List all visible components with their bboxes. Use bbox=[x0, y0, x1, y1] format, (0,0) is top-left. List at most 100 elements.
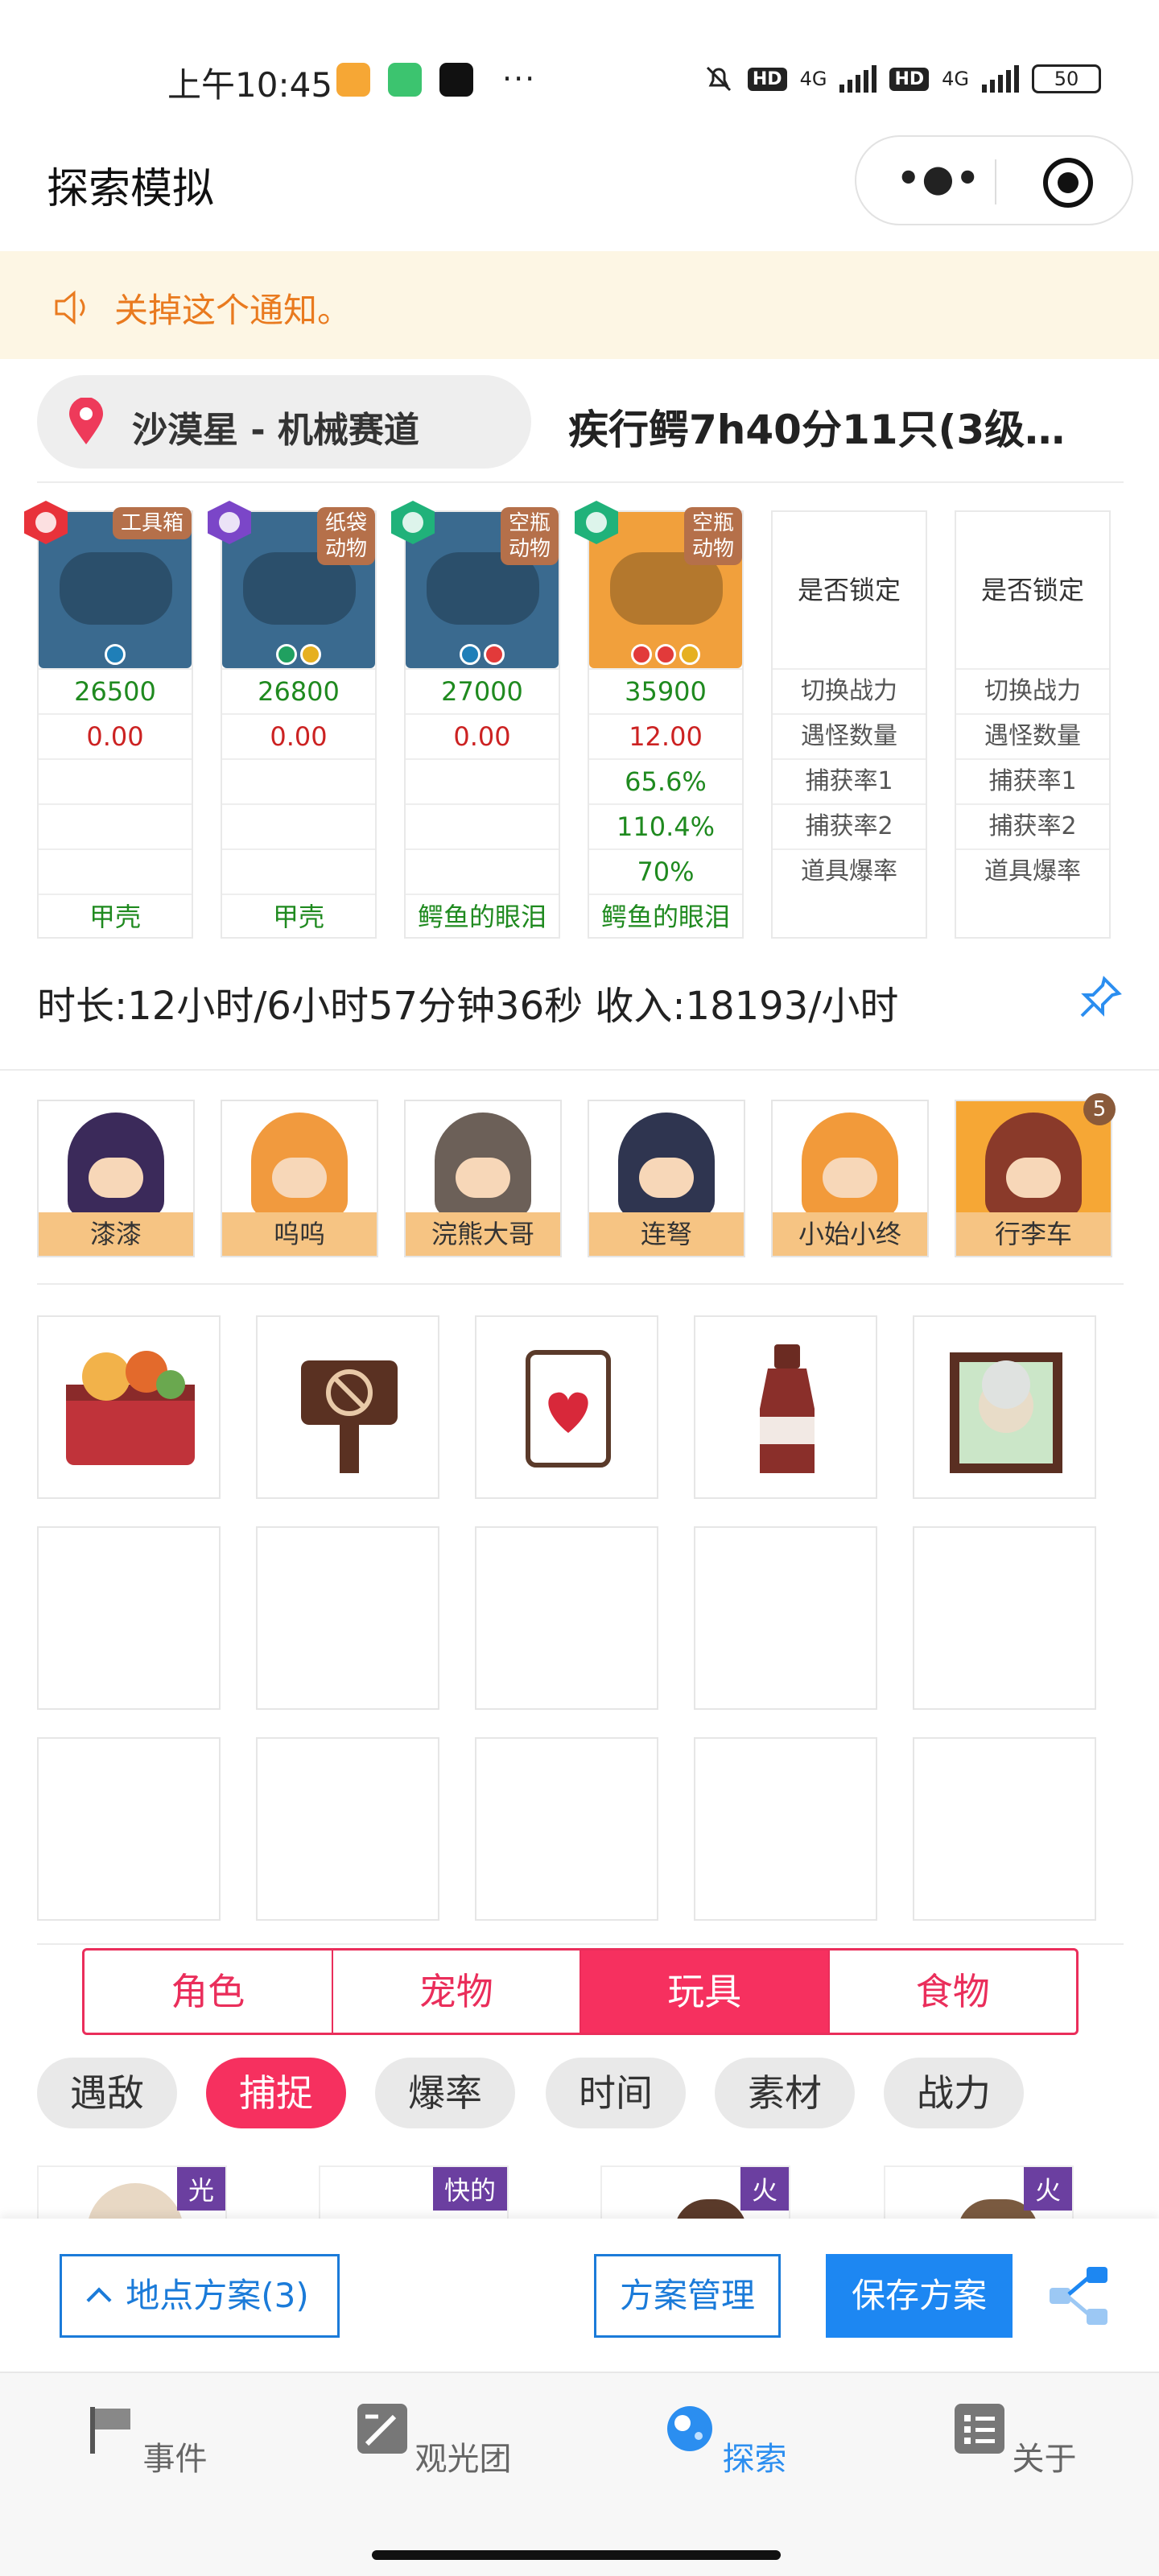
luggage-count-badge: 5 bbox=[1083, 1093, 1116, 1125]
character-card[interactable]: 小始小终 bbox=[771, 1100, 929, 1257]
empty-toy-slot[interactable] bbox=[475, 1737, 658, 1921]
encounter-value: 0.00 bbox=[222, 713, 375, 758]
toy-card[interactable]: 火 bbox=[600, 2165, 790, 2231]
notice-bar[interactable]: 关掉这个通知。 bbox=[0, 251, 1159, 359]
toy-slot[interactable] bbox=[37, 1315, 221, 1499]
no-sign-board-icon bbox=[301, 1360, 398, 1473]
close-target-icon[interactable] bbox=[1043, 158, 1093, 208]
empty-toy-slot[interactable] bbox=[37, 1737, 221, 1921]
power-value: 35900 bbox=[589, 668, 742, 713]
character-name: 行李车 bbox=[956, 1212, 1111, 1256]
capture-rate-2: 110.4% bbox=[589, 803, 742, 848]
more-notifications-icon: ··· bbox=[502, 61, 537, 97]
row-label: 切换战力 bbox=[773, 668, 926, 713]
more-menu-icon[interactable]: •●• bbox=[897, 156, 981, 200]
power-value: 27000 bbox=[406, 668, 559, 713]
row-label: 遇怪数量 bbox=[773, 713, 926, 758]
lock-toggle[interactable]: 是否锁定 bbox=[956, 512, 1109, 668]
tab-food[interactable]: 食物 bbox=[830, 1951, 1077, 2033]
drop-item: 甲壳 bbox=[39, 894, 192, 939]
empty-toy-slot[interactable] bbox=[694, 1737, 877, 1921]
empty-toy-slot[interactable] bbox=[256, 1526, 439, 1710]
drop-item: 甲壳 bbox=[222, 894, 375, 939]
filter-drop-rate[interactable]: 爆率 bbox=[375, 2058, 515, 2128]
tab-toy[interactable]: 玩具 bbox=[581, 1951, 830, 2033]
team-member-column[interactable]: 空瓶 动物 27000 0.00 鳄鱼的眼泪 bbox=[404, 507, 560, 939]
share-icon[interactable] bbox=[1046, 2264, 1112, 2328]
status-bar: 上午10:45 ··· HD 4G HD 4G 50 bbox=[0, 0, 1159, 153]
lock-column: 是否锁定 切换战力 遇怪数量 捕获率1 捕获率2 道具爆率 bbox=[771, 510, 927, 939]
capture-rate-1: 65.6% bbox=[589, 758, 742, 803]
empty-toy-slot[interactable] bbox=[913, 1526, 1096, 1710]
pin-icon[interactable] bbox=[1075, 974, 1124, 1022]
drop-rate bbox=[222, 848, 375, 894]
tab-tour-label: 观光团 bbox=[415, 2441, 512, 2478]
toy-card[interactable]: 火 bbox=[884, 2165, 1074, 2231]
character-portrait bbox=[406, 1101, 560, 1217]
empty-toy-slot[interactable] bbox=[37, 1526, 221, 1710]
toy-slot[interactable] bbox=[913, 1315, 1096, 1499]
plan-manage-button[interactable]: 方案管理 bbox=[594, 2254, 781, 2338]
tab-pet[interactable]: 宠物 bbox=[333, 1951, 581, 2033]
toy-slot[interactable] bbox=[694, 1315, 877, 1499]
tab-role[interactable]: 角色 bbox=[85, 1951, 333, 2033]
toy-tag: 火 bbox=[740, 2167, 789, 2211]
power-value: 26500 bbox=[39, 668, 192, 713]
capture-rate-2 bbox=[39, 803, 192, 848]
row-label: 捕获率1 bbox=[956, 758, 1109, 803]
flag-icon bbox=[90, 2407, 131, 2454]
toy-card[interactable]: 快的 bbox=[319, 2165, 509, 2222]
empty-toy-slot[interactable] bbox=[256, 1737, 439, 1921]
character-name: 连弩 bbox=[589, 1212, 744, 1256]
lock-toggle[interactable]: 是否锁定 bbox=[773, 512, 926, 668]
empty-toy-slot[interactable] bbox=[913, 1737, 1096, 1921]
character-card[interactable]: 漆漆 bbox=[37, 1100, 195, 1257]
row-label: 遇怪数量 bbox=[956, 713, 1109, 758]
toy-slot[interactable] bbox=[475, 1315, 658, 1499]
character-card[interactable]: 浣熊大哥 bbox=[404, 1100, 562, 1257]
character-name: 漆漆 bbox=[39, 1212, 193, 1256]
network-label: 4G bbox=[799, 68, 827, 90]
character-card[interactable]: 连弩 bbox=[588, 1100, 745, 1257]
power-value: 26800 bbox=[222, 668, 375, 713]
character-card[interactable]: 行李车 bbox=[955, 1100, 1112, 1257]
drop-rate: 70% bbox=[589, 848, 742, 894]
character-portrait bbox=[39, 1101, 193, 1217]
team-member-column[interactable]: 工具箱 26500 0.00 甲壳 bbox=[37, 507, 193, 939]
capture-rate-1 bbox=[406, 758, 559, 803]
tab-events[interactable]: 事件 bbox=[64, 2401, 225, 2479]
heart-card-icon bbox=[526, 1350, 611, 1468]
filter-material[interactable]: 素材 bbox=[715, 2058, 855, 2128]
lock-column: 是否锁定 切换战力 遇怪数量 捕获率1 捕获率2 道具爆率 bbox=[955, 510, 1111, 939]
character-name: 小始小终 bbox=[773, 1212, 927, 1256]
character-portrait bbox=[222, 1101, 377, 1217]
capture-rate-1 bbox=[39, 758, 192, 803]
tab-about[interactable]: 关于 bbox=[934, 2401, 1095, 2479]
tab-tour[interactable]: 观光团 bbox=[353, 2401, 514, 2479]
character-card[interactable]: 呜呜 bbox=[221, 1100, 378, 1257]
filter-time[interactable]: 时间 bbox=[546, 2058, 686, 2128]
shield-app-icon bbox=[388, 63, 422, 97]
toy-slot[interactable] bbox=[256, 1315, 439, 1499]
hd-badge-2: HD bbox=[889, 67, 930, 91]
empty-toy-slot[interactable] bbox=[694, 1526, 877, 1710]
toy-tag: 快的 bbox=[432, 2167, 507, 2211]
battery-icon: 50 bbox=[1032, 64, 1101, 93]
encounter-value: 0.00 bbox=[406, 713, 559, 758]
location-plan-button[interactable]: 地点方案(3) bbox=[60, 2254, 340, 2338]
team-member-column[interactable]: 空瓶 动物 35900 12.00 65.6% 110.4% 70% 鳄鱼的眼泪 bbox=[588, 507, 744, 939]
gem-row bbox=[222, 644, 375, 665]
tab-explore-label: 探索 bbox=[722, 2441, 787, 2478]
empty-toy-slot[interactable] bbox=[475, 1526, 658, 1710]
location-name: 沙漠星 - 机械赛道 bbox=[132, 410, 419, 451]
capture-rate-2 bbox=[222, 803, 375, 848]
location-selector[interactable]: 沙漠星 - 机械赛道 bbox=[37, 375, 531, 469]
filter-capture[interactable]: 捕捉 bbox=[206, 2058, 346, 2128]
tab-explore[interactable]: 探索 bbox=[644, 2401, 805, 2479]
save-plan-button[interactable]: 保存方案 bbox=[826, 2254, 1013, 2338]
team-member-column[interactable]: 纸袋 动物 26800 0.00 甲壳 bbox=[221, 507, 377, 939]
filter-encounter[interactable]: 遇敌 bbox=[37, 2058, 177, 2128]
filter-power[interactable]: 战力 bbox=[884, 2058, 1024, 2128]
toy-card[interactable]: 光 bbox=[37, 2165, 227, 2231]
duration-summary: 时长:12小时/6小时57分钟36秒 收入:18193/小时 bbox=[37, 984, 899, 1029]
